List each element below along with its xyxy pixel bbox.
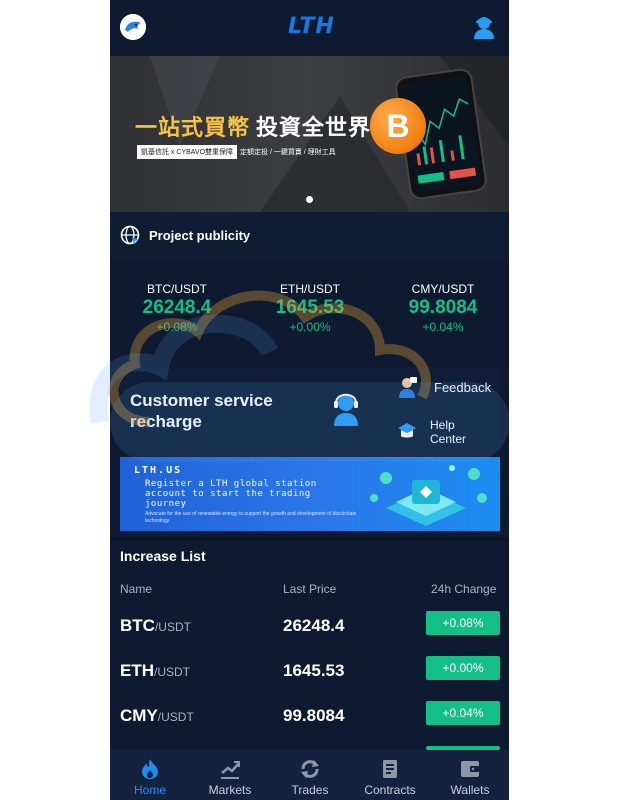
pair-quote: /USDT [157, 710, 194, 724]
app-screen: LTH B 一站式買幣 投資全世界 凱基信託 x CYBAVO雙重保障 定額定投… [110, 0, 509, 800]
banner-subtext: 定額定投 / 一鍵買賣 / 理財工具 [240, 149, 336, 156]
ticker-btc[interactable]: BTC/USDT 26248.4 +0.08% [122, 282, 232, 334]
tab-markets[interactable]: Markets [190, 750, 270, 800]
pair-symbol: CMY/USDT [120, 706, 194, 726]
help-center-icon[interactable] [396, 420, 418, 442]
headset-icon [326, 388, 366, 428]
pair-quote: /USDT [154, 665, 190, 679]
ticker-change: +0.00% [289, 320, 331, 334]
top-header: LTH [110, 0, 509, 56]
blockchain-illustration [366, 458, 498, 530]
ticker-change: +0.08% [156, 320, 198, 334]
ticker-price: 99.8084 [408, 297, 478, 318]
banner-title-gold: 一站式買幣 [135, 115, 251, 140]
flame-icon [142, 759, 158, 779]
tab-wallets[interactable]: Wallets [430, 750, 509, 800]
increase-list-title: Increase List [120, 548, 206, 564]
bottom-tab-bar: Home Markets Trades Contracts Wallets [110, 750, 509, 800]
pair-symbol: BTC/USDT [120, 616, 191, 636]
pair-base: CMY [120, 706, 158, 725]
promo-text: Register a LTH global station account to… [145, 479, 317, 509]
help-center-link[interactable]: Help Center [430, 418, 480, 446]
pair-quote: /USDT [154, 620, 191, 634]
ticker-pair: CMY/USDT [411, 282, 475, 296]
col-price-header: Last Price [283, 582, 337, 596]
ticker-price: 1645.53 [275, 297, 345, 318]
col-change-header: 24h Change [431, 582, 497, 596]
chart-icon [221, 761, 240, 779]
tab-label: Home [133, 783, 166, 797]
ticker-eth[interactable]: ETH/USDT 1645.53 +0.00% [255, 282, 365, 334]
change-badge[interactable]: +0.04% [426, 701, 500, 725]
bitcoin-coin-icon: B [370, 98, 426, 154]
pair-symbol: ETH/USDT [120, 661, 190, 681]
tab-contracts[interactable]: Contracts [350, 750, 430, 800]
app-logo: LTH [288, 14, 335, 39]
dolphin-avatar-icon[interactable] [120, 14, 146, 40]
feedback-link[interactable]: Feedback [434, 380, 491, 395]
promo-small-text: Advocate for the use of renewable energy… [145, 511, 357, 524]
ticker-pair: BTC/USDT [147, 282, 207, 296]
user-support-icon[interactable] [471, 14, 497, 40]
promo-brand: LTH.US [134, 465, 183, 476]
change-badge[interactable]: +0.08% [426, 611, 500, 635]
ticker-cmy[interactable]: CMY/USDT 99.8084 +0.04% [388, 282, 498, 334]
pair-base: ETH [120, 661, 154, 680]
last-price: 99.8084 [283, 706, 345, 725]
publicity-label[interactable]: Project publicity [149, 228, 250, 243]
pair-base: BTC [120, 616, 155, 635]
refresh-icon [301, 760, 319, 778]
list-item[interactable]: BTC/USDT 26248.4 +0.08% [110, 608, 509, 648]
feedback-icon[interactable] [396, 376, 418, 398]
col-name-header: Name [120, 582, 153, 596]
banner-title: 一站式買幣 投資全世界 [135, 110, 371, 142]
ticker-price: 26248.4 [142, 297, 212, 318]
tab-trades[interactable]: Trades [270, 750, 350, 800]
list-item[interactable]: ETH/USDT 1645.53 +0.00% [110, 653, 509, 693]
tab-label: Markets [208, 783, 252, 797]
document-icon [383, 760, 397, 778]
change-badge[interactable]: +0.00% [426, 656, 500, 680]
tab-label: Wallets [450, 783, 490, 797]
tab-label: Contracts [364, 783, 416, 797]
banner-title-white: 投資全世界 [256, 115, 372, 140]
carousel-dot[interactable] [306, 196, 313, 203]
tab-label: Trades [291, 783, 329, 797]
wallet-icon [461, 761, 479, 777]
ticker-change: +0.04% [422, 320, 464, 334]
last-price: 1645.53 [283, 661, 345, 680]
banner-tag: 凱基信託 x CYBAVO雙重保障 [137, 145, 238, 159]
globe-icon [120, 225, 140, 245]
section-divider [110, 537, 509, 541]
ticker-pair: ETH/USDT [280, 282, 340, 296]
last-price: 26248.4 [283, 616, 345, 635]
customer-service-recharge-button[interactable]: Customer service recharge [130, 390, 300, 432]
list-item[interactable]: CMY/USDT 99.8084 +0.04% [110, 698, 509, 738]
tab-home[interactable]: Home [110, 750, 190, 800]
